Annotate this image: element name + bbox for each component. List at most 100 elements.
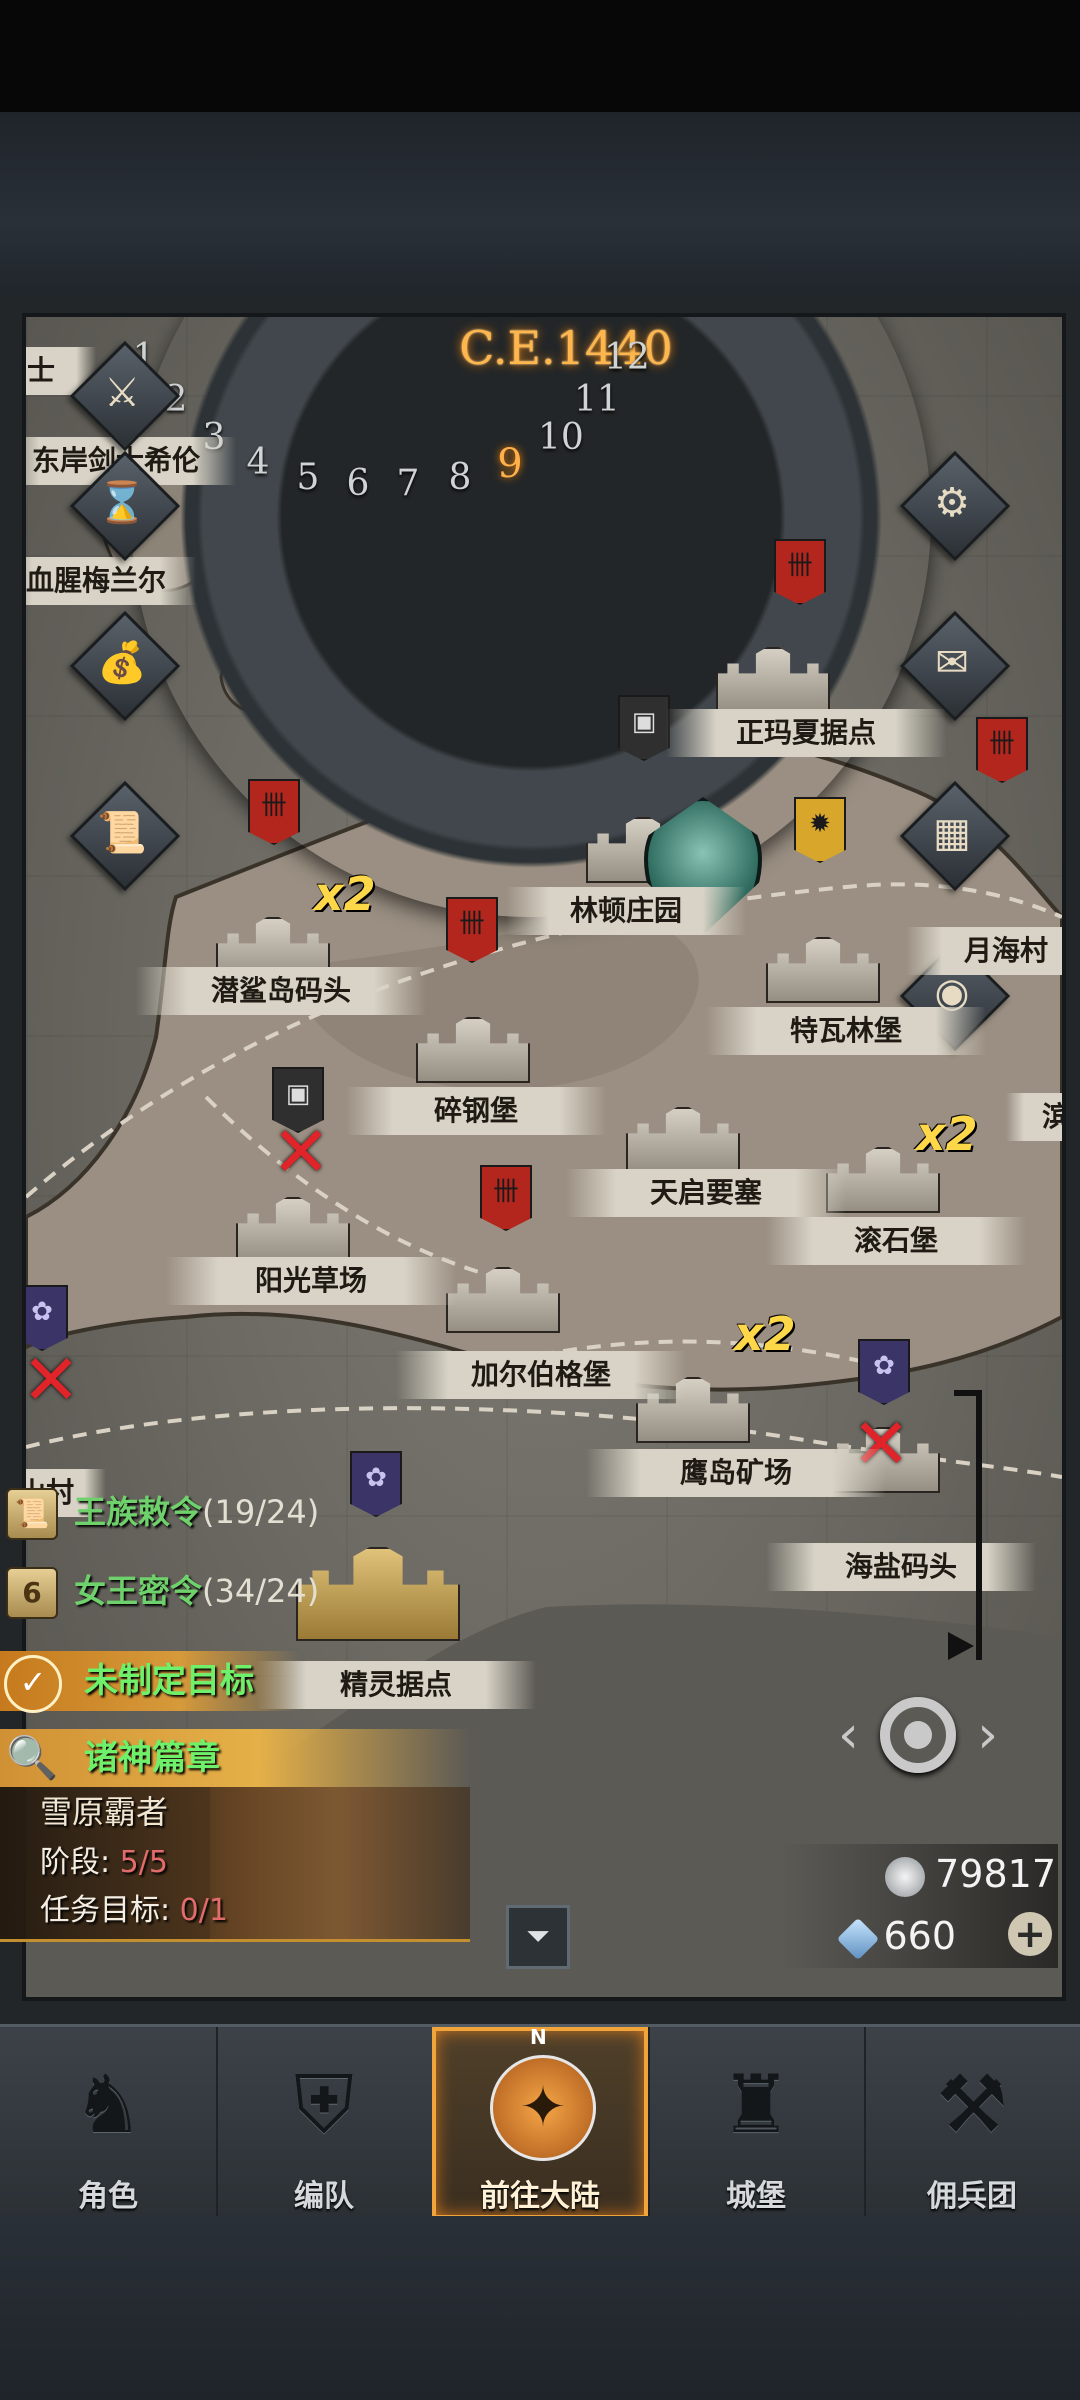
chapter-panel[interactable]: 雪原霸者 阶段: 5/5 任务目标: 0/1 — [0, 1787, 470, 1942]
loc-jiaerbo[interactable]: 加尔伯格堡 — [396, 1351, 686, 1399]
loc-tianqi[interactable]: 天启要塞 — [566, 1169, 846, 1217]
castle-shape — [236, 1197, 350, 1263]
crossed-swords-icon: ⚔ — [104, 370, 140, 416]
magnifier-icon: 🔍 — [6, 1733, 59, 1782]
red-banner-icon[interactable]: 卌 — [480, 1165, 532, 1231]
multiplier-x2: x2 — [916, 1107, 978, 1161]
castle-jingling-icon[interactable] — [296, 1547, 460, 1641]
loc-binhai[interactable]: 滨 — [1006, 1093, 1062, 1141]
month-9: 9 — [497, 441, 523, 487]
target-value: 0/1 — [179, 1893, 228, 1928]
loc-clipped-3[interactable]: 血腥梅兰尔 — [26, 557, 196, 605]
nav-mercenary[interactable]: ⚒ 佣兵团 — [864, 2027, 1080, 2219]
nav-continent[interactable]: N ✦ 前往大陆 — [432, 2025, 650, 2219]
nav-character[interactable]: ♞ 角色 — [0, 2027, 218, 2219]
quest-queen-order[interactable]: 6 女王密令(34/24) — [0, 1561, 319, 1621]
quest-count: (19/24) — [202, 1493, 320, 1531]
chevron-right-icon[interactable]: › — [977, 1707, 998, 1763]
quest-label: 王族敕令 — [74, 1493, 203, 1531]
purple-banner-icon[interactable]: ✿ — [350, 1451, 402, 1517]
purple-banner-icon[interactable]: ✿ — [858, 1339, 910, 1405]
battle-button[interactable]: ⚔ — [69, 340, 181, 452]
header-band — [0, 112, 1080, 297]
hourglass-icon: ⌛ — [97, 480, 147, 526]
gold-banner-icon[interactable]: ✹ — [794, 797, 846, 863]
knight-icon: ♞ — [72, 2058, 144, 2151]
castle-yangguang-icon[interactable] — [236, 1197, 350, 1263]
loc-gunshi[interactable]: 滚石堡 — [766, 1217, 1026, 1265]
scroll-button[interactable]: 📜 — [69, 780, 181, 892]
castle-shape — [766, 937, 880, 1003]
zoom-scale-handle[interactable] — [948, 1632, 974, 1660]
compass-north-label: N — [530, 2025, 547, 2049]
nav-label: 城堡 — [726, 2179, 786, 2214]
loc-yuehai[interactable]: 月海村 — [906, 927, 1062, 975]
collapse-button[interactable]: ⏷ — [506, 1905, 570, 1969]
quest-royal-decree[interactable]: 📜 王族敕令(19/24) — [0, 1482, 319, 1542]
window-button[interactable]: ▦ — [899, 780, 1011, 892]
loc-linton[interactable]: 林顿庄园 — [506, 887, 746, 935]
loc-tewalin[interactable]: 特瓦林堡 — [706, 1007, 986, 1055]
zoom-scale[interactable] — [976, 1390, 982, 1660]
month-11: 11 — [574, 379, 620, 420]
loc-haiyan[interactable]: 海盐码头 — [766, 1543, 1036, 1591]
scroll-icon: 📜 — [6, 1488, 58, 1540]
bottom-nav: ♞ 角色 ⛨ 编队 N ✦ 前往大陆 ♜ 城堡 ⚒ 佣兵团 — [0, 2024, 1080, 2219]
red-banner-icon[interactable]: 卌 — [446, 897, 498, 963]
castle-tewalin-icon[interactable] — [766, 937, 880, 1003]
red-banner-icon[interactable]: 卌 — [976, 717, 1028, 783]
crystal-resource: 660 — [837, 1906, 956, 1966]
month-8: 8 — [448, 457, 472, 498]
month-10: 10 — [538, 417, 584, 458]
bottom-band — [0, 2216, 1080, 2400]
month-12: 12 — [604, 337, 650, 378]
locate-control[interactable]: ‹ › — [838, 1685, 998, 1785]
settings-button[interactable]: ⚙ — [899, 450, 1011, 562]
loc-yangguang[interactable]: 阳光草场 — [166, 1257, 456, 1305]
chapter-title: 诸神篇章 — [84, 1738, 220, 1778]
loc-qiansha[interactable]: 潜鲨岛码头 — [136, 967, 426, 1015]
helmet-icon: ⛨ — [294, 2058, 354, 2151]
silver-amount: 79817 — [935, 1852, 1056, 1896]
goal-bar[interactable]: ✓ 未制定目标 — [0, 1651, 300, 1713]
castle-tianqi-icon[interactable] — [626, 1107, 740, 1173]
chapter-header[interactable]: 🔍 诸神篇章 — [0, 1729, 470, 1787]
hourglass-button[interactable]: ⌛ — [69, 450, 181, 562]
castle-shape — [416, 1017, 530, 1083]
mercenary-icon: ⚒ — [936, 2058, 1008, 2151]
silver-resource: 79817 — [885, 1844, 1056, 1904]
month-7: 7 — [396, 463, 420, 504]
quest-count: (34/24) — [202, 1572, 320, 1610]
locate-dot-icon — [904, 1721, 932, 1749]
nav-label: 佣兵团 — [927, 2179, 1017, 2214]
add-crystal-button[interactable]: + — [1008, 1912, 1052, 1956]
gear-icon: ⚙ — [934, 480, 970, 526]
castle-suigang-icon[interactable] — [416, 1017, 530, 1083]
castle-zhengma-icon[interactable] — [716, 647, 830, 713]
red-banner-icon[interactable]: 卌 — [248, 779, 300, 845]
loc-zhengma[interactable]: 正玛夏据点 — [666, 709, 946, 757]
nav-formation[interactable]: ⛨ 编队 — [216, 2027, 434, 2219]
mail-button[interactable]: ✉ — [899, 610, 1011, 722]
chevron-left-icon[interactable]: ‹ — [838, 1707, 859, 1763]
red-banner-icon[interactable]: 卌 — [774, 539, 826, 605]
loc-yingdao[interactable]: 鹰岛矿场 — [586, 1449, 886, 1497]
chest-banner-icon[interactable]: ▣ — [618, 695, 670, 761]
chevron-down-icon: ⏷ — [526, 1919, 550, 1954]
chapter-art — [210, 1787, 470, 1939]
silver-coin-icon — [885, 1856, 926, 1897]
loc-suigang[interactable]: 碎钢堡 — [346, 1087, 606, 1135]
goal-label: 未制定目标 — [84, 1661, 254, 1701]
month-4: 4 — [246, 442, 270, 483]
compass-icon: ✦ — [490, 2055, 596, 2161]
bag-button[interactable]: 💰 — [69, 610, 181, 722]
status-bar — [0, 0, 1080, 112]
scroll-icon: 6 — [6, 1567, 58, 1619]
stage-label: 阶段: — [40, 1845, 111, 1880]
castle-jiaerbo-icon[interactable] — [446, 1267, 560, 1333]
chapter-subtitle: 雪原霸者 — [40, 1793, 169, 1831]
defeated-x-icon: ✕ — [22, 1339, 81, 1421]
era-label: C.E.1440 — [459, 321, 673, 375]
nav-castle[interactable]: ♜ 城堡 — [648, 2027, 866, 2219]
month-5: 5 — [296, 457, 320, 498]
